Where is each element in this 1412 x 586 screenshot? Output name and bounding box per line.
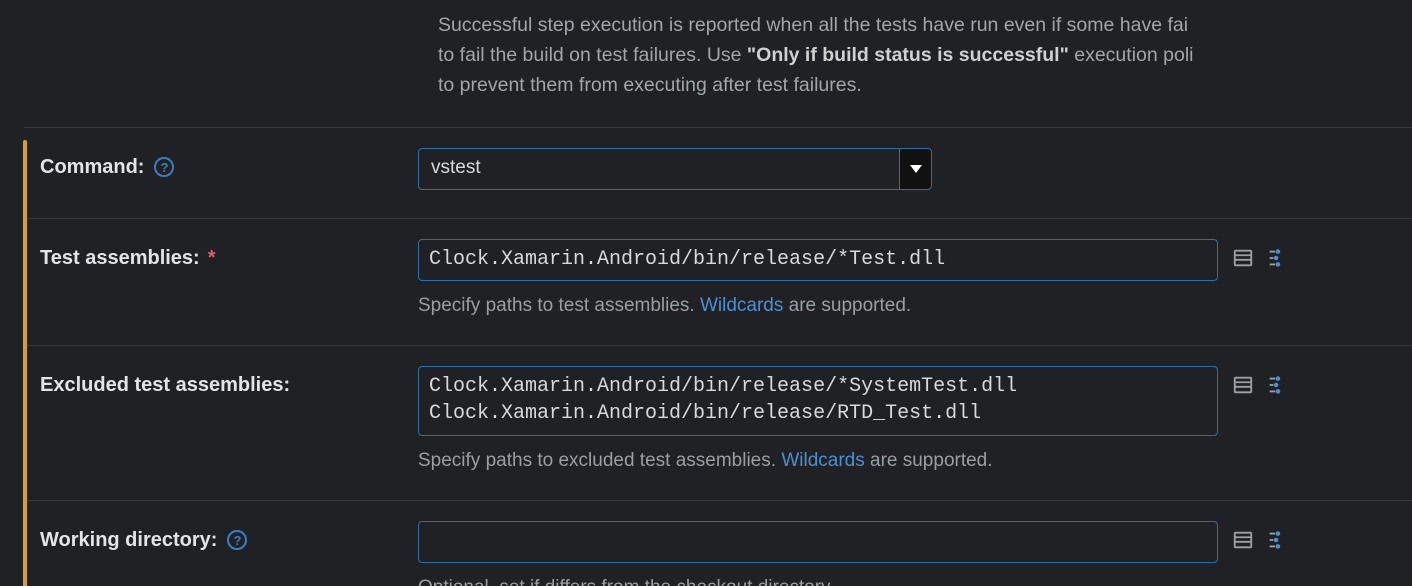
expand-editor-icon[interactable]	[1232, 247, 1254, 269]
help-icon[interactable]: ?	[154, 157, 174, 177]
label-command: Command: ?	[24, 148, 418, 179]
chevron-down-icon	[910, 165, 922, 173]
intro-text: Successful step execution is reported wh…	[438, 10, 1412, 101]
label-excluded-assemblies: Excluded test assemblies:	[24, 366, 418, 397]
label-test-assemblies: Test assemblies: *	[24, 239, 418, 270]
expand-editor-icon[interactable]	[1232, 374, 1254, 396]
vcs-tree-icon[interactable]	[1266, 374, 1288, 396]
excluded-assemblies-input[interactable]	[418, 366, 1218, 436]
command-select-button[interactable]	[899, 149, 931, 189]
vcs-tree-icon[interactable]	[1266, 529, 1288, 551]
working-directory-input[interactable]	[418, 521, 1218, 563]
help-icon[interactable]: ?	[227, 530, 247, 550]
label-working-directory: Working directory: ?	[24, 521, 418, 552]
command-select-value: vstest	[419, 149, 899, 189]
test-assemblies-hint: Specify paths to test assemblies. Wildca…	[418, 295, 1412, 317]
test-assemblies-input[interactable]	[418, 239, 1218, 281]
wildcards-link[interactable]: Wildcards	[781, 450, 864, 471]
row-test-assemblies: Test assemblies: * Specify paths to test…	[24, 218, 1412, 323]
command-select[interactable]: vstest	[418, 148, 932, 190]
row-excluded-assemblies: Excluded test assemblies: Specify paths …	[24, 345, 1412, 478]
working-directory-hint: Optional, set if differs from the checko…	[418, 577, 1412, 586]
wildcards-link[interactable]: Wildcards	[700, 295, 783, 316]
required-marker: *	[208, 247, 216, 270]
vcs-tree-icon[interactable]	[1266, 247, 1288, 269]
row-working-directory: Working directory: ? Optional, set if di…	[24, 500, 1412, 586]
expand-editor-icon[interactable]	[1232, 529, 1254, 551]
section-accent-bar	[23, 140, 27, 586]
excluded-assemblies-hint: Specify paths to excluded test assemblie…	[418, 450, 1412, 472]
row-command: Command: ? vstest	[24, 127, 1412, 196]
